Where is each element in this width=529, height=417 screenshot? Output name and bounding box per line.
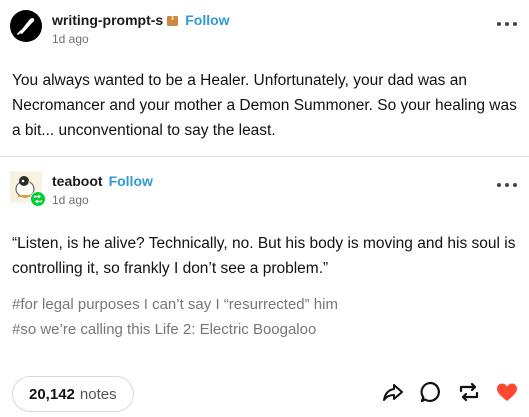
reply-icon[interactable]: [419, 380, 443, 404]
follow-button[interactable]: Follow: [185, 12, 229, 28]
reblog-username-row: teaboot Follow: [52, 173, 153, 189]
tag-list: #for legal purposes I can’t say I “resur…: [12, 292, 520, 342]
package-badge-icon: [167, 16, 179, 26]
reblog-icon[interactable]: [457, 380, 481, 404]
notes-button[interactable]: 20,142 notes: [12, 376, 134, 412]
notes-count: 20,142: [29, 385, 75, 403]
reblog-more-options-icon[interactable]: [497, 181, 517, 189]
reblog-follow-button[interactable]: Follow: [109, 173, 153, 189]
post-actions: [367, 380, 519, 404]
post-timestamp[interactable]: 1d ago: [52, 32, 89, 46]
avatar-writing-prompt-s[interactable]: [10, 10, 42, 42]
share-icon[interactable]: [381, 380, 405, 404]
reblog-body: “Listen, is he alive? Technically, no. B…: [12, 235, 516, 277]
more-options-icon[interactable]: [497, 20, 517, 28]
reblog-header: teaboot Follow 1d ago: [0, 171, 529, 215]
username-link[interactable]: writing-prompt-s: [52, 12, 163, 28]
reblog-username-link[interactable]: teaboot: [52, 173, 103, 189]
reblog-timestamp[interactable]: 1d ago: [52, 193, 89, 207]
tag-link[interactable]: #for legal purposes I can’t say I “resur…: [12, 292, 520, 317]
original-post-body: You always wanted to be a Healer. Unfort…: [12, 72, 517, 139]
post-divider: [0, 156, 529, 157]
reblogged-badge-icon: [30, 191, 46, 207]
tag-link[interactable]: #so we’re calling this Life 2: Electric …: [12, 317, 520, 342]
notes-label: notes: [79, 385, 117, 403]
quill-avatar-icon: [10, 10, 42, 42]
original-post-header: writing-prompt-s Follow 1d ago: [0, 10, 529, 54]
like-icon[interactable]: [495, 380, 519, 404]
username-row: writing-prompt-s Follow: [52, 12, 230, 28]
